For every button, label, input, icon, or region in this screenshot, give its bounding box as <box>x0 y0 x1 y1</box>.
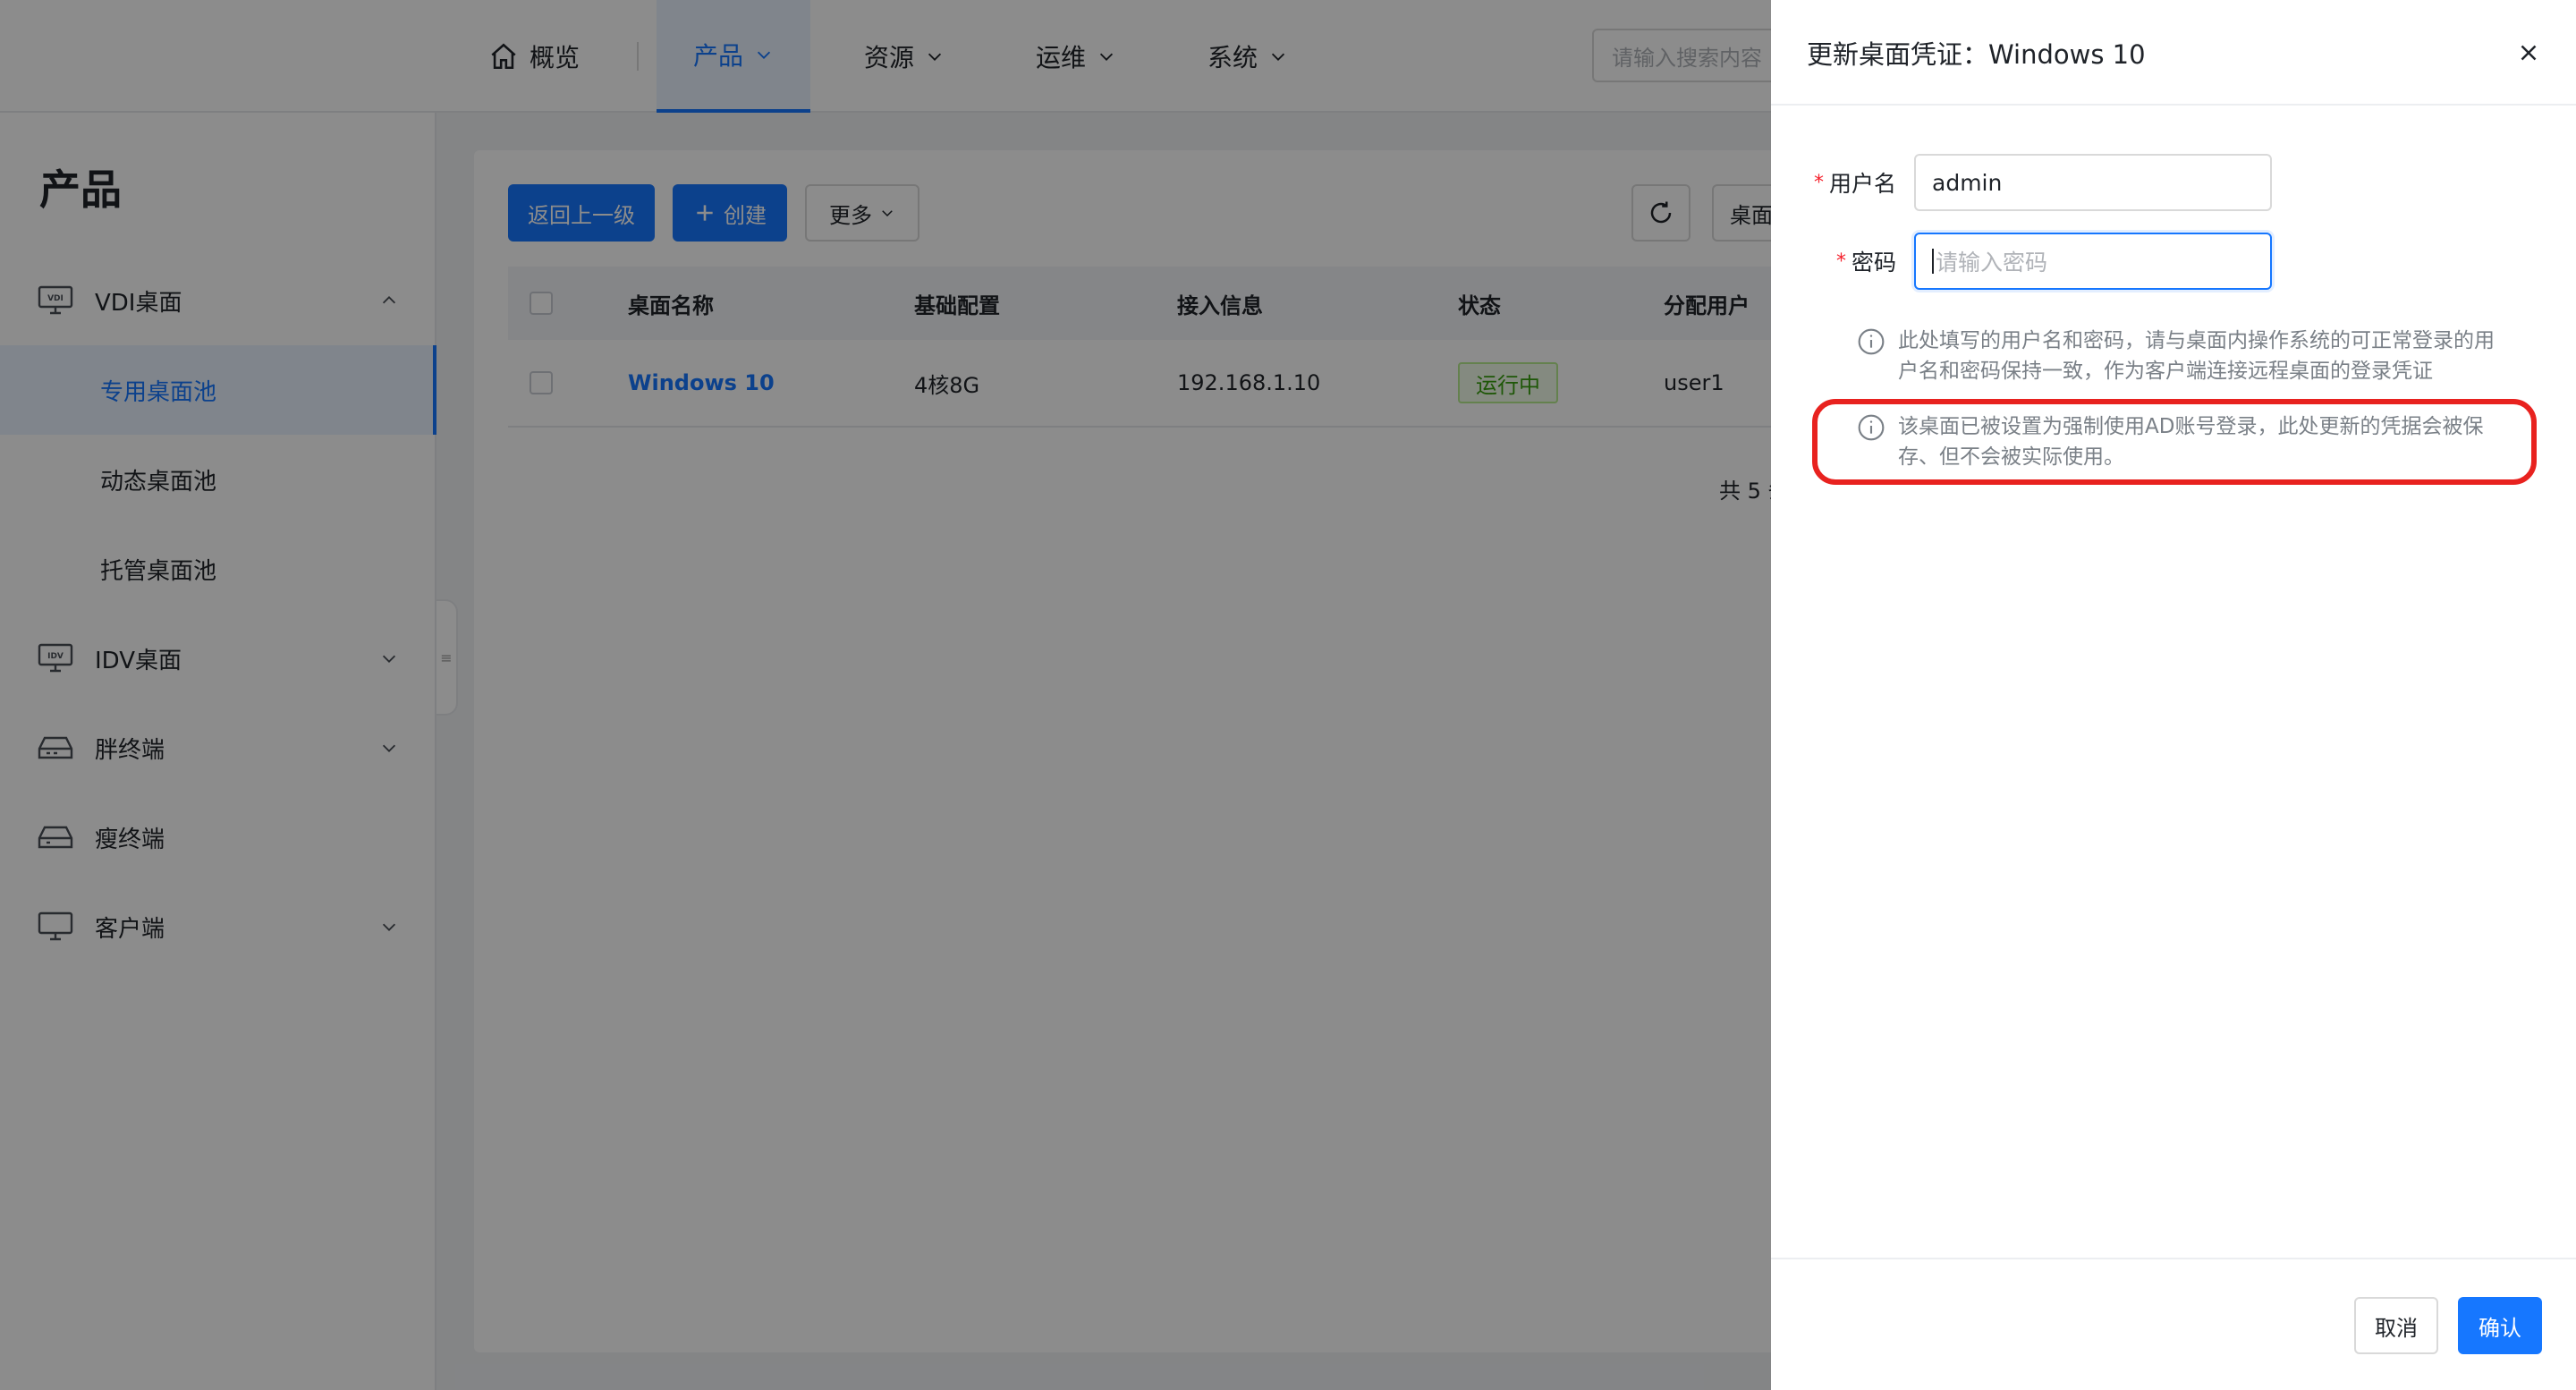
password-field[interactable]: 请输入密码 <box>1914 233 2272 290</box>
required-mark: * <box>1813 171 1824 194</box>
update-credentials-drawer: 更新桌面凭证：Windows 10 * 用户名 admin * 密码 请输入密码… <box>1771 0 2576 1390</box>
confirm-button[interactable]: 确认 <box>2458 1297 2542 1354</box>
confirm-button-label: 确认 <box>2479 1315 2521 1341</box>
password-placeholder: 请输入密码 <box>1936 250 2048 275</box>
drawer-header: 更新桌面凭证：Windows 10 <box>1771 0 2576 106</box>
username-value: admin <box>1932 169 2003 196</box>
credential-hint-line1: 此处填写的用户名和密码，请与桌面内操作系统的可正常登录的用 <box>1898 329 2495 352</box>
credential-hint-line2: 户名和密码保持一致，作为客户端连接远程桌面的登录凭证 <box>1898 360 2433 383</box>
cancel-button[interactable]: 取消 <box>2354 1297 2438 1354</box>
username-field[interactable]: admin <box>1914 154 2272 211</box>
required-mark: * <box>1835 250 1846 273</box>
red-highlight-annotation <box>1812 399 2537 485</box>
cancel-button-label: 取消 <box>2375 1315 2418 1341</box>
username-label: * 用户名 <box>1771 166 1896 199</box>
text-caret <box>1932 249 1934 274</box>
credential-hint-text: 此处填写的用户名和密码，请与桌面内操作系统的可正常登录的用 户名和密码保持一致，… <box>1898 326 2495 386</box>
credential-hint: 此处填写的用户名和密码，请与桌面内操作系统的可正常登录的用 户名和密码保持一致，… <box>1857 326 2537 386</box>
info-icon <box>1857 327 1885 386</box>
drawer-title: 更新桌面凭证：Windows 10 <box>1807 39 2146 70</box>
close-icon[interactable] <box>2515 39 2542 66</box>
drawer-footer: 取消 确认 <box>1771 1258 2576 1390</box>
password-label-text: 密码 <box>1851 250 1896 275</box>
password-label: * 密码 <box>1771 245 1896 277</box>
username-label-text: 用户名 <box>1828 171 1896 197</box>
